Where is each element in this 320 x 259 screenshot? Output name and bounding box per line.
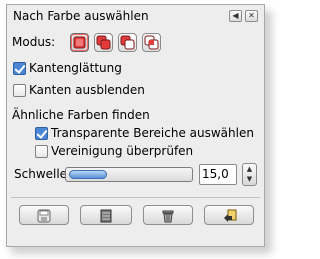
transparent-checkbox[interactable] (35, 127, 48, 140)
threshold-slider[interactable] (65, 167, 193, 182)
mode-add-button[interactable] (94, 33, 113, 52)
sample-merged-checkbox[interactable] (35, 145, 48, 158)
restore-preset-icon (100, 209, 112, 223)
mode-add-icon (96, 35, 111, 50)
dock-title: Nach Farbe auswählen (13, 9, 149, 23)
tool-options-dock: Nach Farbe auswählen ◀ ✕ Modus: Kantengl… (6, 4, 265, 247)
mode-replace-button[interactable] (70, 33, 89, 52)
save-preset-button[interactable] (19, 205, 69, 225)
antialias-label[interactable]: Kantenglättung (29, 61, 122, 75)
feather-label[interactable]: Kanten ausblenden (29, 83, 145, 97)
dock-titlebar: Nach Farbe auswählen ◀ ✕ (7, 5, 264, 27)
mode-intersect-icon (144, 35, 159, 50)
threshold-label: Schwelle: (14, 167, 72, 181)
close-tab-button[interactable]: ✕ (245, 10, 258, 22)
mode-intersect-button[interactable] (142, 33, 161, 52)
threshold-spin-button[interactable]: ▲ ▼ (242, 163, 257, 186)
configure-tab-button[interactable]: ◀ (229, 10, 242, 22)
antialias-checkbox[interactable] (13, 62, 26, 75)
mode-label: Modus: (12, 35, 56, 49)
similar-colors-heading: Ähnliche Farben finden (12, 108, 150, 122)
reset-icon (224, 209, 237, 222)
mode-replace-icon (73, 36, 86, 49)
save-preset-icon (37, 209, 51, 223)
bottom-separator (11, 197, 260, 198)
mode-subtract-icon (120, 35, 135, 50)
delete-preset-icon (162, 210, 174, 223)
configure-icon: ◀ (232, 11, 239, 20)
spin-down-icon[interactable]: ▼ (243, 174, 256, 184)
spin-up-icon[interactable]: ▲ (243, 164, 256, 174)
restore-preset-button[interactable] (80, 205, 132, 225)
threshold-entry[interactable]: 15,0 (199, 164, 237, 185)
close-icon: ✕ (248, 11, 255, 20)
mode-subtract-button[interactable] (118, 33, 137, 52)
transparent-label[interactable]: Transparente Bereiche auswählen (51, 126, 254, 140)
delete-preset-button[interactable] (143, 205, 193, 225)
threshold-slider-fill[interactable] (69, 170, 107, 179)
sample-merged-label[interactable]: Vereinigung überprüfen (51, 144, 193, 158)
reset-button[interactable] (204, 205, 254, 225)
feather-checkbox[interactable] (13, 84, 26, 97)
